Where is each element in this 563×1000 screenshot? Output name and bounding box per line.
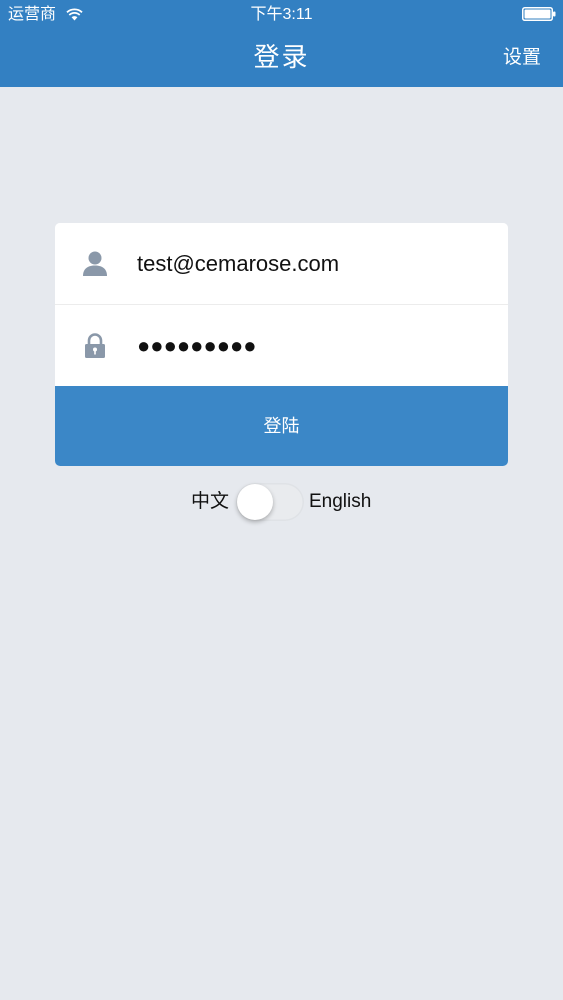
language-toggle[interactable] bbox=[236, 483, 304, 521]
language-switch-row: 中文 English bbox=[0, 480, 563, 524]
battery-icon bbox=[522, 7, 556, 21]
login-form: test@cemarose.com ●●●●●●●●● 登陆 bbox=[55, 223, 508, 466]
toggle-knob[interactable] bbox=[237, 484, 273, 520]
settings-button[interactable]: 设置 bbox=[503, 45, 541, 71]
username-field[interactable]: test@cemarose.com bbox=[55, 223, 508, 305]
lock-icon bbox=[85, 333, 105, 358]
page-title: 登录 bbox=[253, 42, 310, 72]
person-icon bbox=[83, 251, 107, 276]
navigation-bar: 运营商 下午3:11 登录 设置 bbox=[0, 0, 563, 87]
username-value[interactable]: test@cemarose.com bbox=[137, 223, 339, 304]
status-bar: 运营商 下午3:11 bbox=[0, 0, 563, 30]
language-english-label: English bbox=[309, 491, 372, 512]
password-value[interactable]: ●●●●●●●●● bbox=[137, 305, 257, 386]
login-button[interactable]: 登陆 bbox=[55, 386, 508, 466]
language-chinese-label: 中文 bbox=[191, 491, 230, 512]
password-field[interactable]: ●●●●●●●●● bbox=[55, 305, 508, 386]
status-time: 下午3:11 bbox=[250, 6, 313, 23]
